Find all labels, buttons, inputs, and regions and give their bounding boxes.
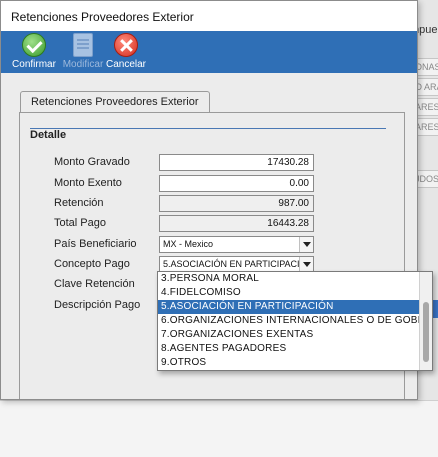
check-icon bbox=[22, 33, 46, 57]
chevron-down-icon[interactable] bbox=[299, 257, 313, 272]
total-pago-label: Total Pago bbox=[54, 217, 106, 229]
descripcion-pago-label: Descripción Pago bbox=[54, 299, 141, 311]
concepto-pago-label: Concepto Pago bbox=[54, 258, 130, 270]
toolbar: Confirmar Modificar Cancelar bbox=[1, 31, 417, 73]
background-panel bbox=[0, 400, 438, 457]
cancel-label: Cancelar bbox=[105, 59, 147, 70]
monto-gravado-field[interactable]: 17430.28 bbox=[159, 154, 314, 171]
dropdown-option[interactable]: 7.ORGANIZACIONES EXENTAS bbox=[158, 328, 432, 342]
dropdown-option[interactable]: 8.AGENTES PAGADORES bbox=[158, 342, 432, 356]
retencion-field: 987.00 bbox=[159, 195, 314, 212]
cancel-button[interactable]: Cancelar bbox=[103, 33, 149, 71]
monto-exento-field[interactable]: 0.00 bbox=[159, 175, 314, 192]
dropdown-option[interactable]: 9.OTROS bbox=[158, 356, 432, 370]
dropdown-option[interactable]: 3.PERSONA MORAL bbox=[158, 272, 432, 286]
section-title: Detalle bbox=[30, 129, 67, 141]
dropdown-option-selected[interactable]: 5.ASOCIACIÓN EN PARTICIPACIÓN bbox=[158, 300, 432, 314]
modify-label: Modificar bbox=[62, 59, 104, 70]
pais-beneficiario-label: País Beneficiario bbox=[54, 238, 137, 250]
monto-gravado-label: Monto Gravado bbox=[54, 156, 130, 168]
section-divider bbox=[30, 128, 386, 129]
pais-beneficiario-select[interactable]: MX - Mexico bbox=[159, 236, 314, 253]
retencion-label: Retención bbox=[54, 197, 104, 209]
pais-beneficiario-value: MX - Mexico bbox=[163, 239, 214, 249]
clave-retencion-label: Clave Retención bbox=[54, 278, 135, 290]
edit-icon bbox=[73, 33, 93, 57]
close-icon bbox=[114, 33, 138, 57]
confirm-label: Confirmar bbox=[12, 59, 56, 70]
total-pago-field: 16443.28 bbox=[159, 215, 314, 232]
confirm-button[interactable]: Confirmar bbox=[11, 33, 57, 71]
modify-button[interactable]: Modificar bbox=[60, 33, 106, 71]
tab-retenciones[interactable]: Retenciones Proveedores Exterior bbox=[20, 91, 210, 113]
dropdown-scrollbar[interactable] bbox=[419, 272, 432, 370]
concepto-pago-dropdown[interactable]: 3.PERSONA MORAL 4.FIDELCOMISO 5.ASOCIACI… bbox=[157, 271, 433, 371]
dialog-title: Retenciones Proveedores Exterior bbox=[1, 1, 417, 31]
concepto-pago-value: 5.ASOCIACIÓN EN PARTICIPACIÓN bbox=[163, 259, 314, 269]
dropdown-option[interactable]: 4.FIDELCOMISO bbox=[158, 286, 432, 300]
monto-exento-label: Monto Exento bbox=[54, 177, 122, 189]
scrollbar-thumb[interactable] bbox=[423, 302, 429, 362]
dropdown-option[interactable]: 6.ORGANIZACIONES INTERNACIONALES O DE GO… bbox=[158, 314, 432, 328]
chevron-down-icon[interactable] bbox=[299, 237, 313, 252]
